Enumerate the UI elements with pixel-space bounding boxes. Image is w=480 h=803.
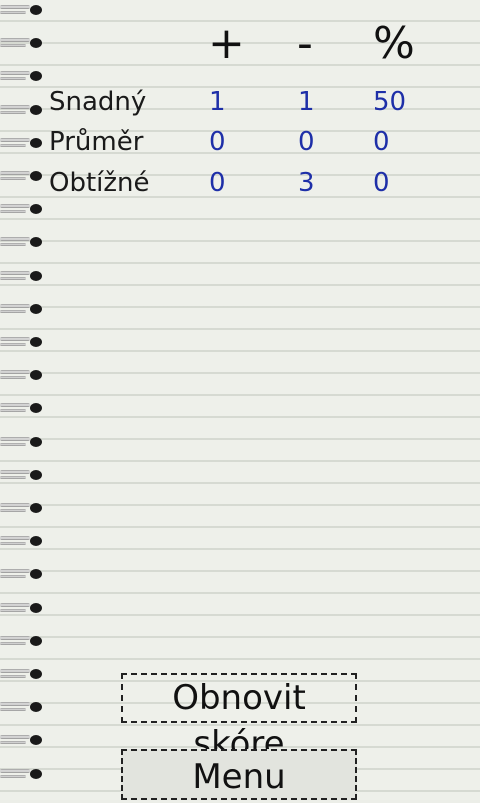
spiral-coil-icon — [0, 535, 46, 549]
row-label-medium: Průměr — [49, 127, 144, 157]
header-plus: + — [208, 18, 245, 69]
spiral-coil-icon — [0, 37, 46, 51]
spiral-coil-icon — [0, 734, 46, 748]
spiral-coil-icon — [0, 502, 46, 516]
spiral-coil-icon — [0, 104, 46, 118]
spiral-coil-icon — [0, 236, 46, 250]
easy-percent-value: 50 — [373, 87, 407, 117]
spiral-coil-icon — [0, 436, 46, 450]
spiral-coil-icon — [0, 469, 46, 483]
medium-minus-value: 0 — [298, 127, 315, 157]
easy-plus-value: 1 — [209, 87, 226, 117]
spiral-coil-icon — [0, 635, 46, 649]
spiral-coil-icon — [0, 270, 46, 284]
spiral-coil-icon — [0, 369, 46, 383]
header-minus: - — [297, 18, 313, 69]
spiral-coil-icon — [0, 402, 46, 416]
spiral-coil-icon — [0, 336, 46, 350]
spiral-coil-icon — [0, 170, 46, 184]
hard-plus-value: 0 — [209, 168, 226, 198]
medium-plus-value: 0 — [209, 127, 226, 157]
spiral-coil-icon — [0, 303, 46, 317]
reset-score-button[interactable]: Obnovit skóre — [121, 673, 357, 764]
spiral-coil-icon — [0, 768, 46, 782]
header-percent: % — [373, 18, 415, 69]
hard-percent-value: 0 — [373, 168, 390, 198]
menu-button[interactable]: Menu — [121, 749, 357, 800]
spiral-coil-icon — [0, 602, 46, 616]
spiral-coil-icon — [0, 70, 46, 84]
spiral-binding-icon — [0, 0, 48, 800]
hard-minus-value: 3 — [298, 168, 315, 198]
spiral-coil-icon — [0, 701, 46, 715]
spiral-coil-icon — [0, 4, 46, 18]
row-label-easy: Snadný — [49, 87, 147, 117]
spiral-coil-icon — [0, 668, 46, 682]
spiral-coil-icon — [0, 203, 46, 217]
spiral-coil-icon — [0, 568, 46, 582]
row-label-hard: Obtížné — [49, 168, 150, 198]
spiral-coil-icon — [0, 137, 46, 151]
easy-minus-value: 1 — [298, 87, 315, 117]
medium-percent-value: 0 — [373, 127, 390, 157]
